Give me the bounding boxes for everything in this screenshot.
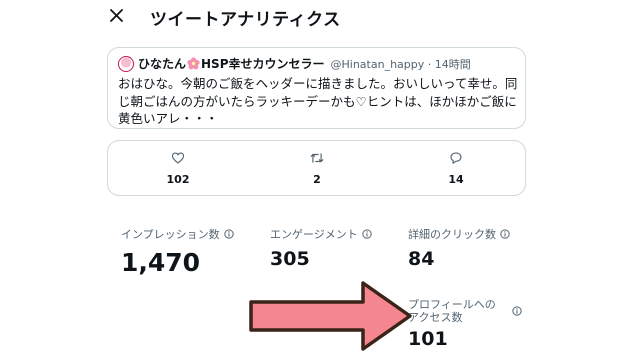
arrow-right-icon [249, 281, 412, 351]
close-button[interactable] [105, 4, 127, 26]
flower-icon [187, 57, 200, 70]
retweet-icon [310, 153, 324, 163]
replies-count: 14 [448, 173, 464, 186]
info-icon[interactable] [224, 229, 234, 239]
engagement-card: 102 2 14 [107, 140, 526, 196]
detail-clicks-value: 84 [408, 248, 435, 270]
engagements-label: エンゲージメント [270, 228, 358, 241]
info-icon[interactable] [362, 229, 372, 239]
retweets-count: 2 [313, 173, 321, 186]
likes-stat[interactable]: 102 [148, 151, 208, 186]
detail-clicks-label: 詳細のクリック数 [408, 228, 496, 241]
header: ツイートアナリティクス [0, 0, 630, 34]
avatar[interactable] [118, 55, 134, 72]
reply-icon [450, 152, 462, 164]
impressions-label: インプレッション数 [121, 228, 220, 241]
profile-visits-value: 101 [408, 328, 448, 350]
tweet-author-row: ひなたん HSP幸せカウンセラー @Hinatan_happy · 14時間 [118, 55, 471, 72]
heart-icon [171, 152, 185, 164]
info-icon[interactable] [500, 229, 510, 239]
engagements-value: 305 [270, 248, 310, 270]
author-name-part1[interactable]: ひなたん [138, 55, 186, 72]
close-icon [109, 8, 123, 22]
impressions-label-row: インプレッション数 [121, 226, 234, 242]
likes-count: 102 [166, 173, 190, 186]
replies-stat[interactable]: 14 [426, 151, 486, 186]
impressions-metric: インプレッション数 1,470 [121, 226, 234, 277]
profile-visits-label: プロフィールへのアクセス数 [408, 298, 496, 324]
page-title: ツイートアナリティクス [150, 10, 341, 30]
engagements-metric: エンゲージメント 305 [270, 226, 372, 270]
impressions-value: 1,470 [121, 248, 201, 277]
tweet-card[interactable]: ひなたん HSP幸せカウンセラー @Hinatan_happy · 14時間 お… [107, 47, 526, 129]
info-icon[interactable] [512, 306, 522, 316]
detail-clicks-label-row: 詳細のクリック数 [408, 226, 510, 242]
profile-visits-metric: プロフィールへのアクセス数 101 [408, 298, 528, 350]
tweet-text: おはひな。今朝のご飯をヘッダーに描きました。おいしいって幸せ。同じ朝ごはんの方が… [118, 76, 518, 126]
retweets-stat[interactable]: 2 [287, 151, 347, 186]
author-name-part2[interactable]: HSP幸せカウンセラー [201, 55, 324, 72]
detail-clicks-metric: 詳細のクリック数 84 [408, 226, 510, 270]
author-handle: @Hinatan_happy · 14時間 [330, 57, 471, 71]
engagements-label-row: エンゲージメント [270, 226, 372, 242]
